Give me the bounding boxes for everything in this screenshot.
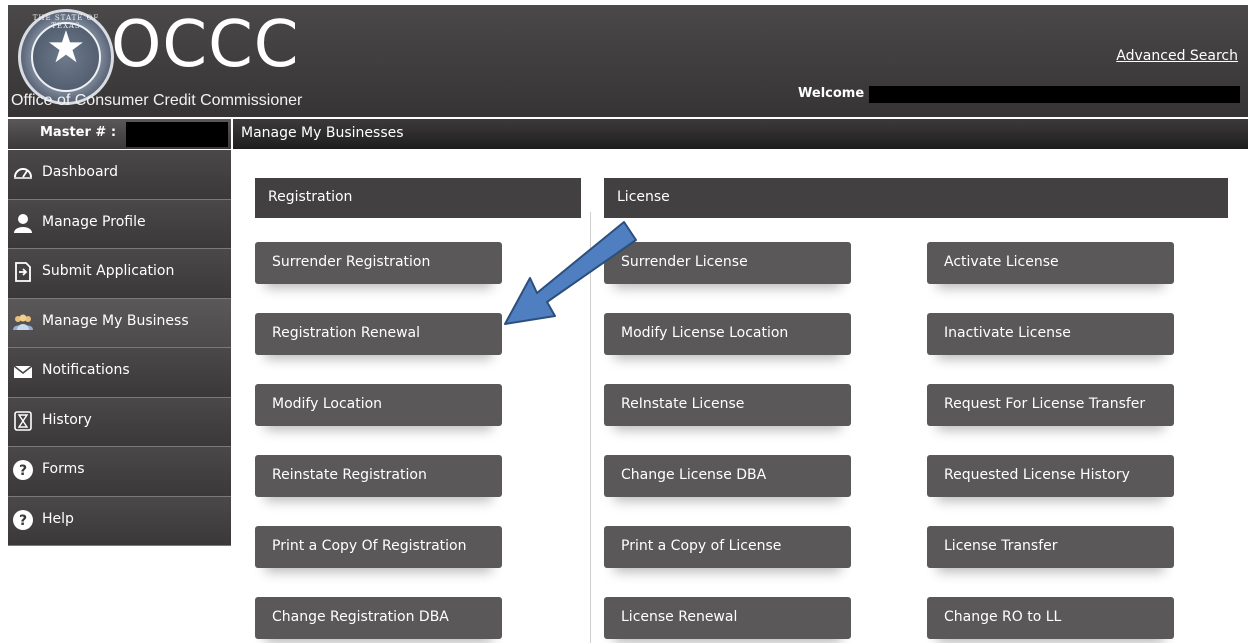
- advanced-search-link[interactable]: Advanced Search: [1116, 48, 1238, 64]
- question-icon: ?: [13, 509, 33, 530]
- master-label: Master # :: [40, 125, 117, 140]
- license-transfer-button[interactable]: License Transfer: [927, 526, 1174, 568]
- sidebar-item-notifications[interactable]: Notifications: [8, 348, 231, 398]
- welcome-label: Welcome: [798, 86, 865, 101]
- requested-license-history-button[interactable]: Requested License History: [927, 455, 1174, 497]
- print-license-button[interactable]: Print a Copy of License: [604, 526, 851, 568]
- sidebar: Dashboard Manage Profile Submit Applicat…: [8, 150, 231, 546]
- question-icon: ?: [13, 460, 33, 480]
- page-title-bar: Manage My Businesses: [233, 119, 1248, 149]
- registration-renewal-button[interactable]: Registration Renewal: [255, 313, 502, 355]
- modify-license-location-button[interactable]: Modify License Location: [604, 313, 851, 355]
- redacted-master-number: [126, 122, 228, 147]
- hourglass-icon: [14, 410, 32, 431]
- sidebar-item-submit-application[interactable]: Submit Application: [8, 249, 231, 299]
- reinstate-registration-button[interactable]: Reinstate Registration: [255, 455, 502, 497]
- sidebar-item-label: Dashboard: [42, 164, 118, 180]
- sidebar-item-manage-my-business[interactable]: Manage My Business: [8, 298, 231, 348]
- sidebar-item-help[interactable]: ? Help: [8, 496, 231, 546]
- brand-name: OCCC: [111, 8, 300, 82]
- user-icon: [14, 213, 32, 233]
- sidebar-item-dashboard[interactable]: Dashboard: [8, 150, 231, 200]
- sidebar-item-label: Forms: [42, 461, 85, 477]
- sidebar-item-label: Manage Profile: [42, 213, 146, 230]
- change-registration-dba-button[interactable]: Change Registration DBA: [255, 597, 502, 639]
- surrender-license-button[interactable]: Surrender License: [604, 242, 851, 284]
- license-header-label: License: [617, 189, 670, 205]
- texas-seal-logo: THE STATE OF TEXAS ★: [18, 9, 114, 105]
- registration-header-label: Registration: [268, 189, 353, 205]
- reinstate-license-button[interactable]: ReInstate License: [604, 384, 851, 426]
- submit-icon: [15, 262, 31, 282]
- speedometer-icon: [14, 168, 32, 179]
- inactivate-license-button[interactable]: Inactivate License: [927, 313, 1174, 355]
- envelope-icon: [13, 365, 33, 378]
- section-divider: [590, 212, 591, 643]
- surrender-registration-button[interactable]: Surrender Registration: [255, 242, 502, 284]
- redacted-username: [869, 86, 1240, 103]
- license-section-header: License: [604, 178, 1228, 218]
- sidebar-item-history[interactable]: History: [8, 397, 231, 447]
- license-renewal-button[interactable]: License Renewal: [604, 597, 851, 639]
- group-icon: [13, 314, 33, 330]
- svg-text:?: ?: [19, 513, 27, 529]
- sidebar-item-label: Manage My Business: [42, 312, 189, 329]
- request-license-transfer-button[interactable]: Request For License Transfer: [927, 384, 1174, 426]
- page-title: Manage My Businesses: [241, 125, 404, 141]
- print-registration-button[interactable]: Print a Copy Of Registration: [255, 526, 502, 568]
- registration-section-header: Registration: [255, 178, 581, 218]
- sidebar-item-label: Submit Application: [42, 263, 175, 279]
- sidebar-item-manage-profile[interactable]: Manage Profile: [8, 199, 231, 249]
- sidebar-item-label: Help: [42, 510, 74, 527]
- brand-tagline: Office of Consumer Credit Commissioner: [11, 92, 303, 109]
- activate-license-button[interactable]: Activate License: [927, 242, 1174, 284]
- master-number-bar: Master # :: [8, 119, 231, 149]
- change-license-dba-button[interactable]: Change License DBA: [604, 455, 851, 497]
- change-ro-to-ll-button[interactable]: Change RO to LL: [927, 597, 1174, 639]
- sidebar-item-forms[interactable]: ? Forms: [8, 447, 231, 497]
- svg-text:?: ?: [19, 463, 27, 479]
- sidebar-item-label: Notifications: [42, 362, 130, 378]
- sidebar-item-label: History: [42, 411, 92, 428]
- modify-location-button[interactable]: Modify Location: [255, 384, 502, 426]
